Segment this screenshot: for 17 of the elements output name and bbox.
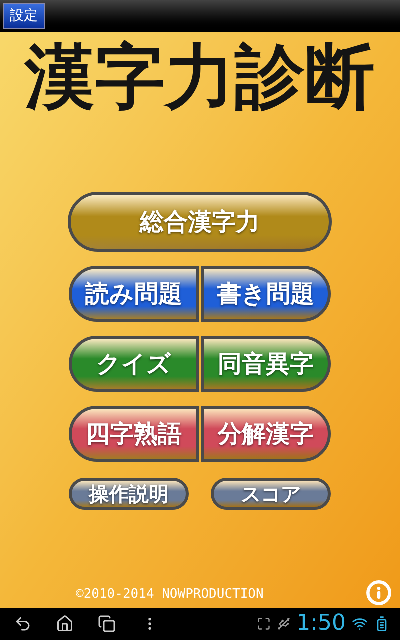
app-title: 漢字力診断 [25,42,375,112]
menu-button[interactable]: 分解漢字 [201,406,331,462]
menu-button[interactable]: スコア [211,478,331,510]
menu-button[interactable]: クイズ [69,336,199,392]
recent-apps-icon[interactable] [96,615,118,633]
menu-button[interactable]: 書き問題 [201,266,331,322]
expand-icon [256,617,271,631]
copyright-text: ©2010-2014 NOWPRODUCTION [76,586,264,604]
settings-button[interactable]: 設定 [3,3,45,29]
menu-button[interactable]: 同音異字 [201,336,331,392]
menu-button[interactable]: 操作説明 [69,478,189,510]
wifi-icon [352,616,368,632]
menu-button[interactable]: 四字熟語 [69,406,199,462]
menu-button[interactable]: 読み問題 [69,266,199,322]
clock-text: 1:50 [296,613,346,635]
usb-icon [276,617,291,631]
menu-button[interactable]: 総合漢字力 [68,192,332,252]
